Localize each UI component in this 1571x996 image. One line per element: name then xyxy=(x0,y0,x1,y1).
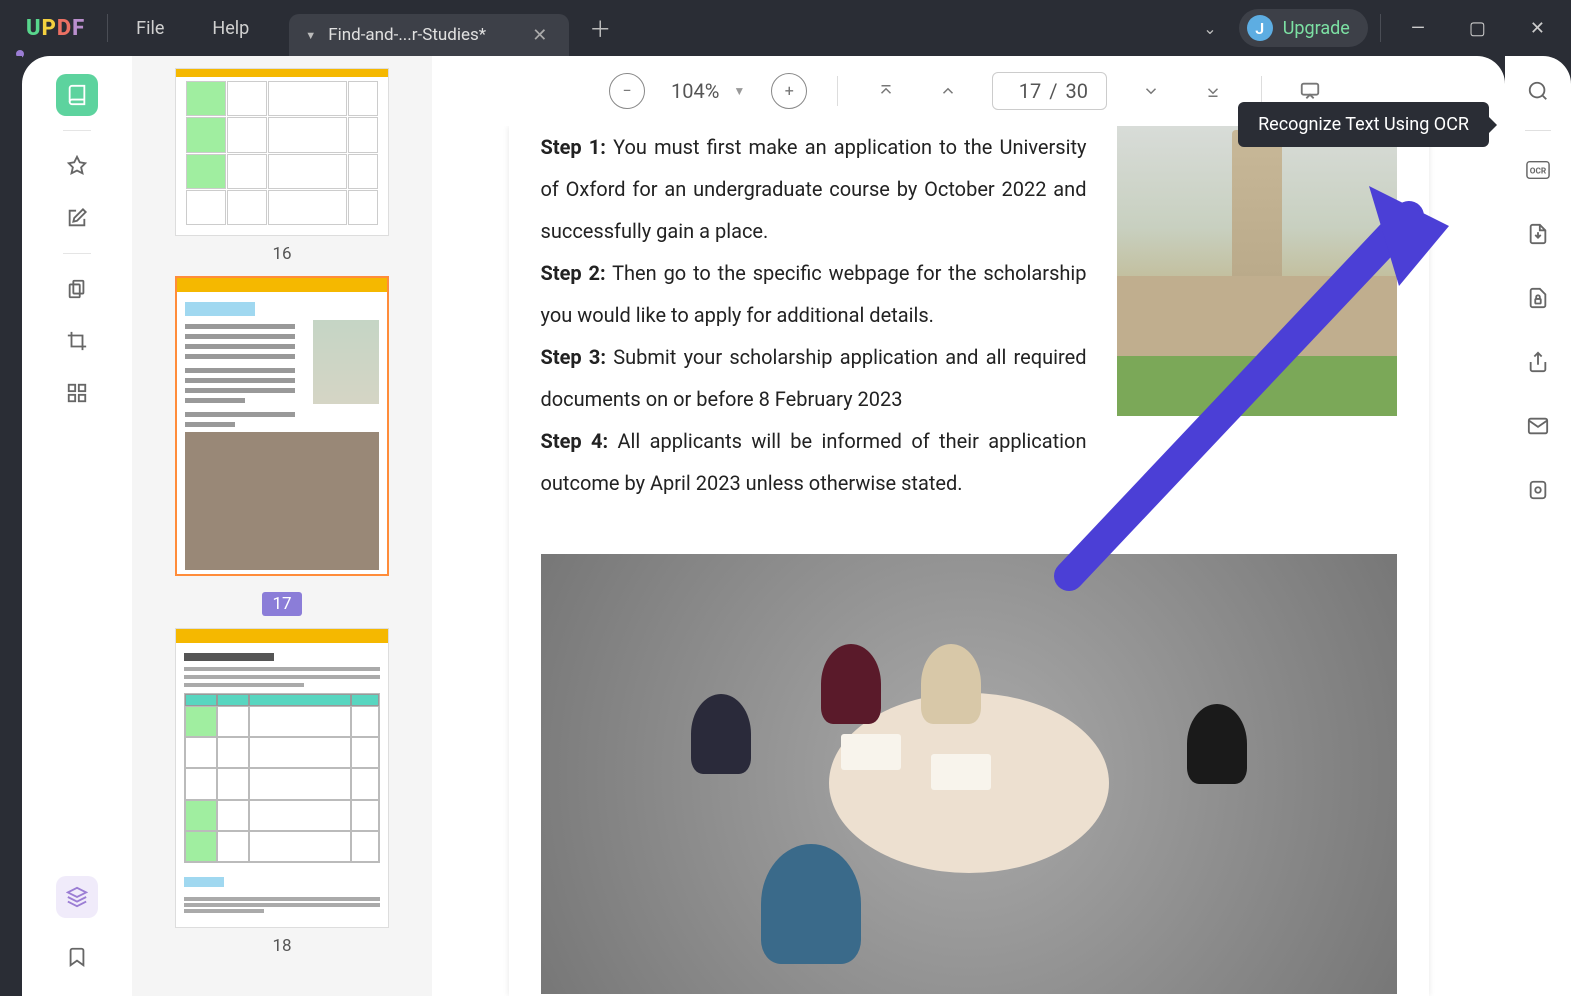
upgrade-button[interactable]: J Upgrade xyxy=(1239,9,1368,47)
print-button[interactable] xyxy=(1521,473,1555,507)
organize-tool-button[interactable] xyxy=(56,372,98,414)
thumbnail-18[interactable]: 18 xyxy=(175,628,389,956)
zoom-dropdown-icon[interactable]: ▼ xyxy=(733,84,745,98)
zoom-out-button[interactable]: − xyxy=(609,73,645,109)
zoom-value: 104% xyxy=(671,79,719,103)
thumbnail-label: 18 xyxy=(175,936,389,956)
rail-separator xyxy=(1525,130,1551,131)
minimize-button[interactable]: — xyxy=(1393,10,1443,47)
thumbnail-label: 16 xyxy=(175,244,389,264)
tabs-overflow-icon[interactable]: ⌄ xyxy=(1189,11,1230,46)
reader-mode-button[interactable] xyxy=(56,74,98,116)
rail-separator xyxy=(63,253,91,254)
step2-text: Then go to the specific webpage for the … xyxy=(541,261,1087,327)
thumbnail-label: 17 xyxy=(262,592,301,616)
last-page-button[interactable] xyxy=(1195,73,1231,109)
ocr-button[interactable]: OCR xyxy=(1521,153,1555,187)
new-tab-button[interactable]: ＋ xyxy=(569,4,631,52)
document-tab[interactable]: ▼ Find-and-...r-Studies* ✕ xyxy=(289,14,569,56)
rail-separator xyxy=(63,130,91,131)
layers-button[interactable] xyxy=(56,876,98,918)
edit-tool-button[interactable] xyxy=(56,197,98,239)
tab-title: Find-and-...r-Studies* xyxy=(328,25,514,45)
divider xyxy=(1380,14,1381,42)
app-logo: UPDF xyxy=(8,16,103,41)
document-area: − 104% ▼ + / 30 Recognize Text Using OCR xyxy=(432,56,1505,996)
svg-text:OCR: OCR xyxy=(1530,167,1547,177)
crop-tool-button[interactable] xyxy=(56,320,98,362)
step3-text: Submit your scholarship application and … xyxy=(541,345,1087,411)
convert-button[interactable] xyxy=(1521,217,1555,251)
comment-tool-button[interactable] xyxy=(56,145,98,187)
page-image-students xyxy=(541,554,1397,994)
tab-dropdown-icon[interactable]: ▼ xyxy=(305,29,316,42)
page-image-oxford xyxy=(1117,126,1397,416)
step1-label: Step 1: xyxy=(541,135,606,159)
page-separator: / xyxy=(1049,79,1057,103)
step3-label: Step 3: xyxy=(541,345,607,369)
left-toolbar xyxy=(22,56,132,996)
upgrade-label: Upgrade xyxy=(1283,18,1350,39)
page-input[interactable] xyxy=(1011,79,1041,103)
user-avatar: J xyxy=(1247,15,1273,41)
titlebar: UPDF File Help ▼ Find-and-...r-Studies* … xyxy=(0,0,1571,56)
next-page-button[interactable] xyxy=(1133,73,1169,109)
divider xyxy=(107,14,108,42)
toolbar-separator xyxy=(837,76,838,106)
toolbar-separator xyxy=(1261,76,1262,106)
thumbnail-16[interactable]: 16 xyxy=(175,68,389,264)
step2-label: Step 2: xyxy=(541,261,606,285)
thumbnail-panel: 16 17 xyxy=(132,56,432,996)
document-page: Step 1: You must first make an applicati… xyxy=(509,126,1429,996)
search-button[interactable] xyxy=(1521,74,1555,108)
right-toolbar: OCR xyxy=(1505,56,1571,996)
main-area: 16 17 xyxy=(0,56,1571,996)
prev-page-button[interactable] xyxy=(930,73,966,109)
bookmark-button[interactable] xyxy=(56,936,98,978)
maximize-button[interactable]: ▢ xyxy=(1451,10,1504,47)
page-viewport[interactable]: Step 1: You must first make an applicati… xyxy=(432,126,1505,996)
tab-close-icon[interactable]: ✕ xyxy=(526,23,553,48)
thumbnail-17[interactable]: 17 xyxy=(175,276,389,616)
page-indicator[interactable]: / 30 xyxy=(992,72,1107,110)
page-total: 30 xyxy=(1066,79,1088,103)
menu-help[interactable]: Help xyxy=(188,10,273,47)
step1-text: You must first make an application to th… xyxy=(541,135,1087,243)
share-button[interactable] xyxy=(1521,345,1555,379)
ocr-tooltip: Recognize Text Using OCR xyxy=(1238,102,1489,147)
email-button[interactable] xyxy=(1521,409,1555,443)
page-tools-button[interactable] xyxy=(56,268,98,310)
zoom-in-button[interactable]: + xyxy=(771,73,807,109)
step4-label: Step 4: xyxy=(541,429,609,453)
protect-button[interactable] xyxy=(1521,281,1555,315)
first-page-button[interactable] xyxy=(868,73,904,109)
menu-file[interactable]: File xyxy=(112,10,188,47)
step4-text: All applicants will be informed of their… xyxy=(541,429,1087,495)
close-button[interactable]: ✕ xyxy=(1512,10,1563,47)
